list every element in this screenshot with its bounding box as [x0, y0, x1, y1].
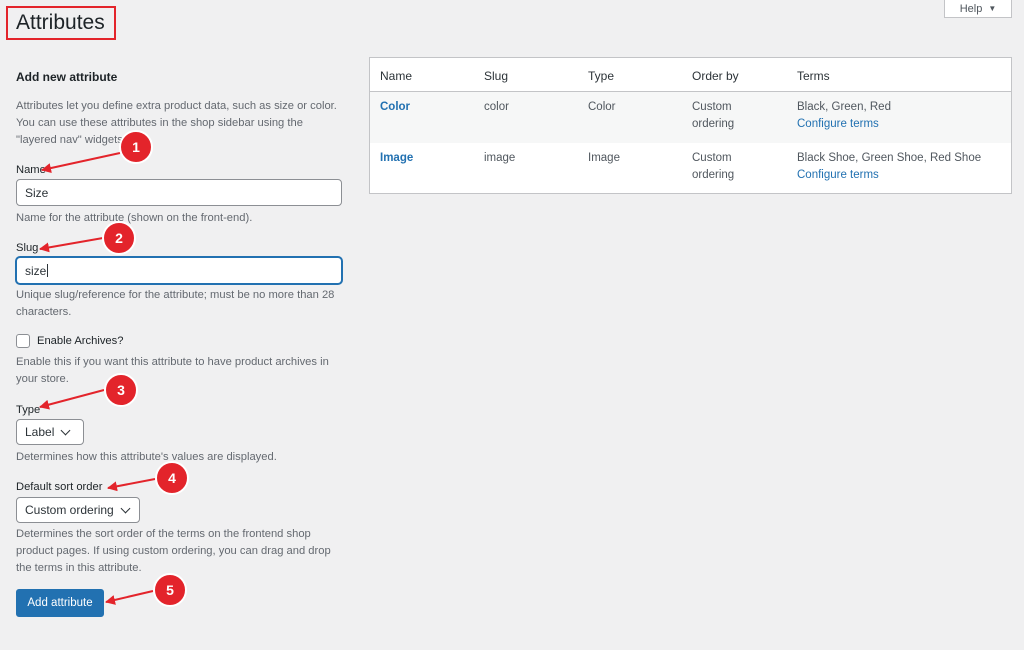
attribute-type: Color: [588, 101, 616, 113]
slug-input[interactable]: size: [16, 257, 342, 284]
sort-order-select[interactable]: Custom ordering: [16, 497, 140, 523]
step-marker: 5: [153, 573, 187, 607]
name-input[interactable]: Size: [16, 179, 342, 206]
column-header-slug: Slug: [484, 69, 509, 83]
attribute-order-by: Custom ordering: [692, 152, 735, 181]
attribute-terms: Black Shoe, Green Shoe, Red Shoe: [797, 152, 982, 164]
help-tab-button[interactable]: Help ▼: [944, 0, 1012, 18]
form-heading: Add new attribute: [16, 70, 118, 84]
sort-order-select-value: Custom ordering: [25, 503, 114, 517]
add-attribute-button[interactable]: Add attribute: [16, 589, 104, 617]
slug-label: Slug: [16, 242, 39, 254]
step-number: 4: [168, 470, 176, 486]
text-cursor: [47, 264, 49, 277]
name-help-text: Name for the attribute (shown on the fro…: [16, 212, 253, 224]
step-marker: 4: [155, 461, 189, 495]
name-label: Name: [16, 164, 46, 176]
form-intro-text: Attributes let you define extra product …: [16, 100, 337, 146]
page-title-highlight: Attributes: [6, 6, 116, 40]
step-number: 2: [115, 230, 123, 246]
type-help-text: Determines how this attribute's values a…: [16, 451, 277, 463]
attribute-type: Image: [588, 152, 620, 164]
help-label: Help: [959, 2, 983, 15]
caret-down-icon: ▼: [988, 4, 997, 13]
type-select[interactable]: Label: [16, 419, 84, 445]
attribute-terms: Black, Green, Red: [797, 101, 891, 113]
archives-help-text: Enable this if you want this attribute t…: [16, 356, 329, 385]
enable-archives-label[interactable]: Enable Archives?: [37, 335, 123, 347]
attributes-table: Name Slug Type Order by Terms Color colo…: [369, 57, 1012, 194]
attribute-name-link[interactable]: Color: [380, 99, 410, 116]
attribute-order-by: Custom ordering: [692, 101, 735, 130]
page-title: Attributes: [16, 11, 105, 34]
attribute-slug: image: [484, 152, 516, 164]
slug-input-value: size: [25, 263, 47, 278]
chevron-down-icon: [120, 503, 131, 513]
sort-order-help-text: Determines the sort order of the terms o…: [16, 528, 331, 574]
table-row: [370, 92, 1011, 143]
configure-terms-link[interactable]: Configure terms: [797, 116, 879, 133]
chevron-down-icon: [60, 425, 71, 435]
type-select-value: Label: [25, 425, 55, 439]
slug-help-text: Unique slug/reference for the attribute;…: [16, 289, 335, 318]
attribute-name-link[interactable]: Image: [380, 150, 413, 167]
column-header-terms: Terms: [797, 69, 830, 83]
enable-archives-checkbox[interactable]: [16, 334, 30, 348]
sort-order-label: Default sort order: [16, 481, 103, 493]
column-header-name: Name: [380, 69, 413, 83]
type-label: Type: [16, 404, 41, 416]
column-header-order-by: Order by: [692, 69, 739, 83]
name-input-value: Size: [25, 185, 49, 200]
step-number: 5: [166, 582, 174, 598]
configure-terms-link[interactable]: Configure terms: [797, 167, 879, 184]
column-header-type: Type: [588, 69, 615, 83]
attribute-slug: color: [484, 101, 509, 113]
